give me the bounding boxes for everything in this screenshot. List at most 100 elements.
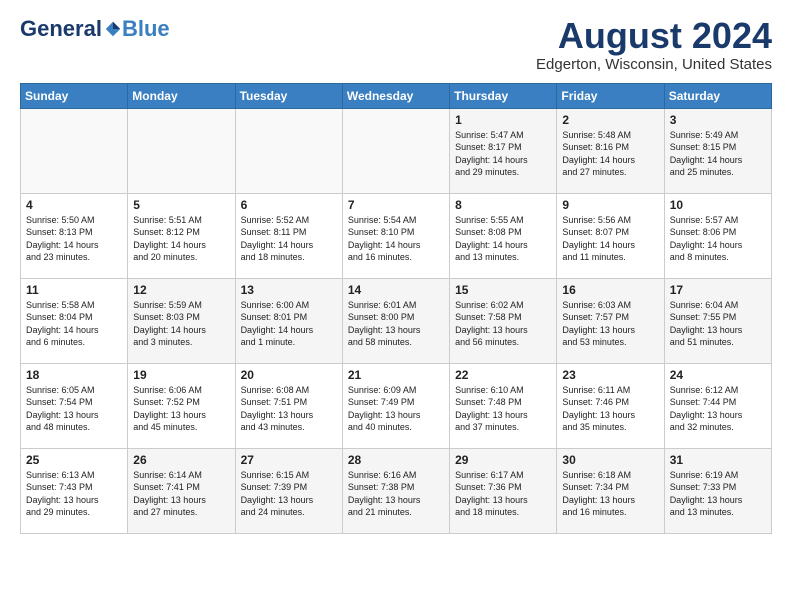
day-number: 26	[133, 453, 229, 467]
day-number: 28	[348, 453, 444, 467]
calendar-cell: 10Sunrise: 5:57 AM Sunset: 8:06 PM Dayli…	[664, 193, 771, 278]
calendar-cell: 8 Sunrise: 5:55 AM Sunset: 8:08 PM Daylig…	[450, 193, 557, 278]
calendar-week-row-4: 25Sunrise: 6:13 AM Sunset: 7:43 PM Dayli…	[21, 448, 772, 533]
day-info: Sunrise: 6:15 AM Sunset: 7:39 PM Dayligh…	[241, 469, 337, 519]
day-info: Sunrise: 6:11 AM Sunset: 7:46 PM Dayligh…	[562, 384, 658, 434]
day-number: 14	[348, 283, 444, 297]
calendar-cell: 18 Sunrise: 6:05 AM Sunset: 7:54 PM Dayli…	[21, 363, 128, 448]
calendar-cell: 6 Sunrise: 5:52 AM Sunset: 8:11 PM Daylig…	[235, 193, 342, 278]
day-info: Sunrise: 5:48 AM Sunset: 8:16 PM Dayligh…	[562, 129, 658, 179]
day-info: Sunrise: 6:13 AM Sunset: 7:43 PM Dayligh…	[26, 469, 122, 519]
day-number: 4	[26, 198, 122, 212]
day-info: Sunrise: 6:16 AM Sunset: 7:38 PM Dayligh…	[348, 469, 444, 519]
calendar-cell: 2 Sunrise: 5:48 AM Sunset: 8:16 PM Daylig…	[557, 108, 664, 193]
calendar-cell: 23 Sunrise: 6:11 AM Sunset: 7:46 PM Dayli…	[557, 363, 664, 448]
calendar-week-row-1: 4 Sunrise: 5:50 AM Sunset: 8:13 PM Daylig…	[21, 193, 772, 278]
day-number: 12	[133, 283, 229, 297]
calendar-cell: 16 Sunrise: 6:03 AM Sunset: 7:57 PM Dayli…	[557, 278, 664, 363]
day-info: Sunrise: 6:06 AM Sunset: 7:52 PM Dayligh…	[133, 384, 229, 434]
calendar-cell: 30Sunrise: 6:18 AM Sunset: 7:34 PM Dayli…	[557, 448, 664, 533]
calendar-cell: 4 Sunrise: 5:50 AM Sunset: 8:13 PM Daylig…	[21, 193, 128, 278]
day-number: 29	[455, 453, 551, 467]
day-number: 8	[455, 198, 551, 212]
logo: General Blue	[20, 16, 170, 42]
calendar-cell: 22Sunrise: 6:10 AM Sunset: 7:48 PM Dayli…	[450, 363, 557, 448]
calendar-cell: 9 Sunrise: 5:56 AM Sunset: 8:07 PM Daylig…	[557, 193, 664, 278]
calendar-cell: 19Sunrise: 6:06 AM Sunset: 7:52 PM Dayli…	[128, 363, 235, 448]
calendar-cell: 15 Sunrise: 6:02 AM Sunset: 7:58 PM Dayli…	[450, 278, 557, 363]
day-info: Sunrise: 6:01 AM Sunset: 8:00 PM Dayligh…	[348, 299, 444, 349]
day-info: Sunrise: 6:19 AM Sunset: 7:33 PM Dayligh…	[670, 469, 766, 519]
calendar-cell	[235, 108, 342, 193]
day-number: 27	[241, 453, 337, 467]
day-info: Sunrise: 6:18 AM Sunset: 7:34 PM Dayligh…	[562, 469, 658, 519]
calendar-cell: 29 Sunrise: 6:17 AM Sunset: 7:36 PM Dayli…	[450, 448, 557, 533]
calendar-cell: 12 Sunrise: 5:59 AM Sunset: 8:03 PM Dayli…	[128, 278, 235, 363]
calendar-cell: 21 Sunrise: 6:09 AM Sunset: 7:49 PM Dayli…	[342, 363, 449, 448]
day-info: Sunrise: 6:03 AM Sunset: 7:57 PM Dayligh…	[562, 299, 658, 349]
day-number: 22	[455, 368, 551, 382]
calendar-cell: 5Sunrise: 5:51 AM Sunset: 8:12 PM Daylig…	[128, 193, 235, 278]
day-number: 16	[562, 283, 658, 297]
calendar-cell	[342, 108, 449, 193]
calendar-cell: 27 Sunrise: 6:15 AM Sunset: 7:39 PM Dayli…	[235, 448, 342, 533]
logo-general: General	[20, 16, 102, 42]
calendar-cell: 24 Sunrise: 6:12 AM Sunset: 7:44 PM Dayli…	[664, 363, 771, 448]
day-info: Sunrise: 6:17 AM Sunset: 7:36 PM Dayligh…	[455, 469, 551, 519]
day-info: Sunrise: 6:12 AM Sunset: 7:44 PM Dayligh…	[670, 384, 766, 434]
day-number: 23	[562, 368, 658, 382]
col-wednesday: Wednesday	[342, 83, 449, 108]
calendar-subtitle: Edgerton, Wisconsin, United States	[536, 56, 772, 73]
day-number: 17	[670, 283, 766, 297]
col-friday: Friday	[557, 83, 664, 108]
day-number: 21	[348, 368, 444, 382]
day-info: Sunrise: 5:59 AM Sunset: 8:03 PM Dayligh…	[133, 299, 229, 349]
logo-blue: Blue	[122, 16, 170, 42]
day-number: 2	[562, 113, 658, 127]
calendar-week-row-0: 1Sunrise: 5:47 AM Sunset: 8:17 PM Daylig…	[21, 108, 772, 193]
calendar-cell	[21, 108, 128, 193]
day-info: Sunrise: 6:02 AM Sunset: 7:58 PM Dayligh…	[455, 299, 551, 349]
logo-text: General Blue	[20, 16, 170, 42]
day-number: 6	[241, 198, 337, 212]
day-info: Sunrise: 6:14 AM Sunset: 7:41 PM Dayligh…	[133, 469, 229, 519]
day-number: 9	[562, 198, 658, 212]
day-info: Sunrise: 5:52 AM Sunset: 8:11 PM Dayligh…	[241, 214, 337, 264]
day-info: Sunrise: 5:51 AM Sunset: 8:12 PM Dayligh…	[133, 214, 229, 264]
calendar-title: August 2024	[536, 16, 772, 56]
day-info: Sunrise: 5:50 AM Sunset: 8:13 PM Dayligh…	[26, 214, 122, 264]
day-number: 3	[670, 113, 766, 127]
day-number: 24	[670, 368, 766, 382]
calendar-cell: 14 Sunrise: 6:01 AM Sunset: 8:00 PM Dayli…	[342, 278, 449, 363]
day-number: 11	[26, 283, 122, 297]
day-info: Sunrise: 6:09 AM Sunset: 7:49 PM Dayligh…	[348, 384, 444, 434]
day-info: Sunrise: 5:56 AM Sunset: 8:07 PM Dayligh…	[562, 214, 658, 264]
day-number: 18	[26, 368, 122, 382]
day-info: Sunrise: 5:54 AM Sunset: 8:10 PM Dayligh…	[348, 214, 444, 264]
calendar-cell: 20Sunrise: 6:08 AM Sunset: 7:51 PM Dayli…	[235, 363, 342, 448]
calendar-table: Sunday Monday Tuesday Wednesday Thursday…	[20, 83, 772, 534]
day-info: Sunrise: 5:57 AM Sunset: 8:06 PM Dayligh…	[670, 214, 766, 264]
calendar-cell: 26 Sunrise: 6:14 AM Sunset: 7:41 PM Dayli…	[128, 448, 235, 533]
page: General Blue August 2024 Edgerton, Wisco…	[0, 0, 792, 550]
day-number: 15	[455, 283, 551, 297]
calendar-week-row-2: 11Sunrise: 5:58 AM Sunset: 8:04 PM Dayli…	[21, 278, 772, 363]
day-info: Sunrise: 5:55 AM Sunset: 8:08 PM Dayligh…	[455, 214, 551, 264]
calendar-header-row: Sunday Monday Tuesday Wednesday Thursday…	[21, 83, 772, 108]
header: General Blue August 2024 Edgerton, Wisco…	[20, 16, 772, 73]
col-monday: Monday	[128, 83, 235, 108]
col-thursday: Thursday	[450, 83, 557, 108]
calendar-cell	[128, 108, 235, 193]
calendar-week-row-3: 18 Sunrise: 6:05 AM Sunset: 7:54 PM Dayli…	[21, 363, 772, 448]
logo-icon	[104, 20, 122, 38]
day-number: 13	[241, 283, 337, 297]
day-number: 31	[670, 453, 766, 467]
calendar-cell: 17 Sunrise: 6:04 AM Sunset: 7:55 PM Dayli…	[664, 278, 771, 363]
day-info: Sunrise: 6:05 AM Sunset: 7:54 PM Dayligh…	[26, 384, 122, 434]
day-number: 7	[348, 198, 444, 212]
calendar-cell: 3 Sunrise: 5:49 AM Sunset: 8:15 PM Daylig…	[664, 108, 771, 193]
col-tuesday: Tuesday	[235, 83, 342, 108]
calendar-cell: 25Sunrise: 6:13 AM Sunset: 7:43 PM Dayli…	[21, 448, 128, 533]
day-info: Sunrise: 5:49 AM Sunset: 8:15 PM Dayligh…	[670, 129, 766, 179]
day-info: Sunrise: 6:04 AM Sunset: 7:55 PM Dayligh…	[670, 299, 766, 349]
